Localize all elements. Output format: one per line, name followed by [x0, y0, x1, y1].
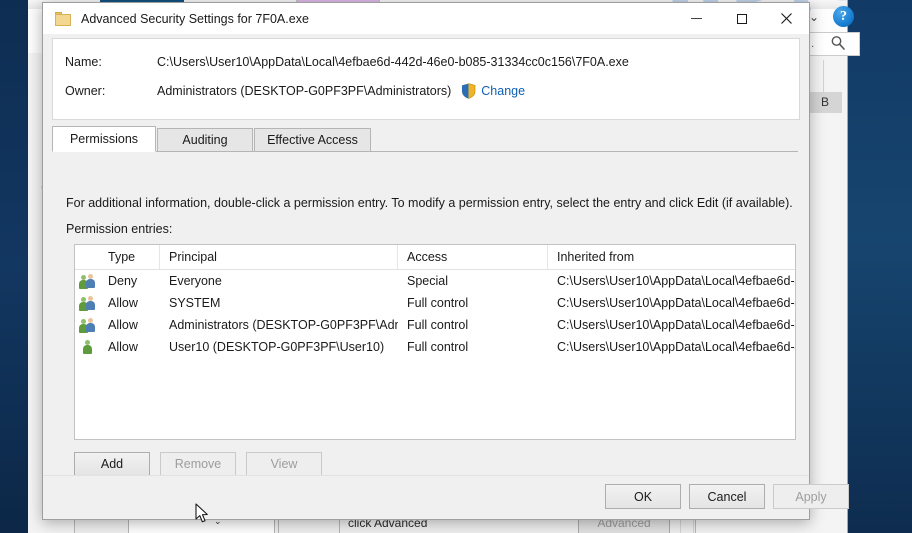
- maximize-icon: [736, 13, 747, 24]
- table-row[interactable]: Deny Everyone Special C:\Users\User10\Ap…: [75, 270, 795, 292]
- maximize-button[interactable]: [719, 3, 764, 34]
- window-controls: [674, 3, 809, 34]
- table-row[interactable]: Allow Administrators (DESKTOP-G0PF3PF\Ad…: [75, 314, 795, 336]
- cell-inherited: C:\Users\User10\AppData\Local\4efbae6d-4…: [557, 318, 795, 332]
- tabstrip: Permissions Auditing Effective Access: [52, 126, 798, 152]
- search-icon: [830, 35, 846, 51]
- cell-principal: Everyone: [169, 274, 222, 288]
- desktop-background-left: [0, 0, 28, 533]
- column-header-inherited[interactable]: Inherited from: [548, 245, 795, 269]
- name-value: C:\Users\User10\AppData\Local\4efbae6d-4…: [157, 55, 629, 69]
- owner-label: Owner:: [65, 84, 106, 98]
- listview-header: Type Principal Access Inherited from: [75, 245, 795, 270]
- table-row[interactable]: Allow SYSTEM Full control C:\Users\User1…: [75, 292, 795, 314]
- screenshot-root: ⌄ ? ... B ⌄ click Advanced Advanced MYAN…: [0, 0, 912, 533]
- cell-principal: Administrators (DESKTOP-G0PF3PF\Admini..…: [169, 318, 398, 332]
- cell-type: Allow: [108, 318, 138, 332]
- permission-entries-listview[interactable]: Type Principal Access Inherited from Den…: [74, 244, 796, 440]
- view-button[interactable]: View: [246, 452, 322, 476]
- column-header-icon[interactable]: [75, 245, 99, 269]
- help-icon[interactable]: ?: [833, 6, 854, 27]
- dialog-body: Name: C:\Users\User10\AppData\Local\4efb…: [43, 34, 849, 523]
- dialog-titlebar: Advanced Security Settings for 7F0A.exe: [43, 3, 809, 34]
- change-owner-link[interactable]: Change: [481, 84, 525, 98]
- tab-auditing[interactable]: Auditing: [157, 128, 253, 152]
- file-info-panel: Name: C:\Users\User10\AppData\Local\4efb…: [52, 38, 800, 120]
- instruction-text: For additional information, double-click…: [66, 196, 793, 210]
- advanced-security-settings-dialog: Advanced Security Settings for 7F0A.exe: [42, 2, 849, 523]
- group-icon: [75, 317, 99, 333]
- close-icon: [781, 13, 792, 24]
- tab-effective-access[interactable]: Effective Access: [254, 128, 371, 152]
- remove-button[interactable]: Remove: [160, 452, 236, 476]
- minimize-button[interactable]: [674, 3, 719, 34]
- dialog-footer: OK Cancel Apply: [43, 475, 849, 518]
- group-icon: [75, 273, 99, 289]
- apply-button[interactable]: Apply: [773, 484, 849, 509]
- permissions-panel: For additional information, double-click…: [52, 152, 798, 523]
- column-header-principal[interactable]: Principal: [160, 245, 398, 269]
- cell-access: Full control: [407, 340, 469, 354]
- desktop-background-right: [847, 0, 912, 533]
- ok-button[interactable]: OK: [605, 484, 681, 509]
- close-button[interactable]: [764, 3, 809, 34]
- cell-inherited: C:\Users\User10\AppData\Local\4efbae6d-4…: [557, 274, 795, 288]
- dialog-title: Advanced Security Settings for 7F0A.exe: [81, 11, 309, 26]
- cell-principal: SYSTEM: [169, 296, 221, 310]
- owner-value: Administrators (DESKTOP-G0PF3PF\Administ…: [157, 84, 452, 98]
- column-header-type[interactable]: Type: [99, 245, 160, 269]
- cell-inherited: C:\Users\User10\AppData\Local\4efbae6d-4…: [557, 340, 795, 354]
- cell-type: Allow: [108, 340, 138, 354]
- cell-access: Special: [407, 274, 448, 288]
- cell-inherited: C:\Users\User10\AppData\Local\4efbae6d-4…: [557, 296, 795, 310]
- name-field-row: Name: C:\Users\User10\AppData\Local\4efb…: [65, 55, 629, 69]
- cell-principal: User10 (DESKTOP-G0PF3PF\User10): [169, 340, 385, 354]
- column-header-access[interactable]: Access: [398, 245, 548, 269]
- cell-type: Deny: [108, 274, 138, 288]
- name-label: Name:: [65, 55, 102, 69]
- folder-icon: [55, 11, 72, 26]
- tab-permissions[interactable]: Permissions: [52, 126, 156, 152]
- add-button[interactable]: Add: [74, 452, 150, 476]
- permission-entries-label: Permission entries:: [66, 222, 173, 236]
- cell-access: Full control: [407, 296, 469, 310]
- user-icon: [75, 339, 99, 355]
- cancel-button[interactable]: Cancel: [689, 484, 765, 509]
- shield-icon: [461, 83, 476, 99]
- group-icon: [75, 295, 99, 311]
- cell-type: Allow: [108, 296, 138, 310]
- owner-field-row: Owner: Administrators (DESKTOP-G0PF3PF\A…: [65, 83, 525, 99]
- minimize-icon: [691, 18, 702, 19]
- background-bold-button[interactable]: B: [808, 92, 842, 113]
- cell-access: Full control: [407, 318, 469, 332]
- table-row[interactable]: Allow User10 (DESKTOP-G0PF3PF\User10) Fu…: [75, 336, 795, 358]
